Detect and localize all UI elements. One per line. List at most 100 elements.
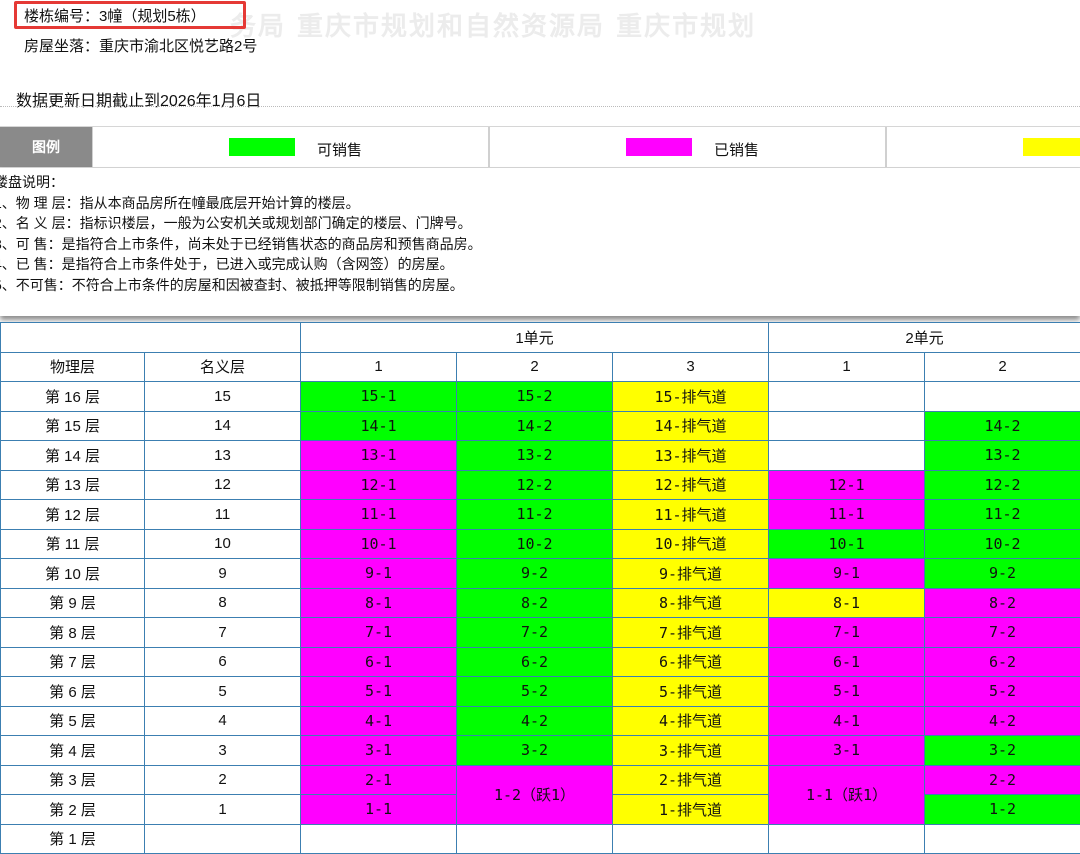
room-cell[interactable]: 2-1: [301, 765, 457, 795]
room-cell[interactable]: 13-1: [301, 441, 457, 471]
room-cell[interactable]: 9-1: [301, 559, 457, 589]
room-cell[interactable]: 10-1: [769, 529, 925, 559]
room-cell[interactable]: 8-2: [457, 588, 613, 618]
room-cell[interactable]: 11-2: [457, 500, 613, 530]
room-cell[interactable]: 14-2: [457, 411, 613, 441]
unit1-header: 1单元: [301, 323, 769, 353]
room-cell[interactable]: 11-排气道: [613, 500, 769, 530]
room-cell[interactable]: 8-1: [769, 588, 925, 618]
floor-row: 第 10 层99-19-29-排气道9-19-2: [1, 559, 1080, 589]
nominal-floor-cell: 2: [145, 765, 301, 795]
room-cell[interactable]: 10-1: [301, 529, 457, 559]
room-cell[interactable]: 10-2: [457, 529, 613, 559]
room-cell[interactable]: 14-排气道: [613, 411, 769, 441]
room-cell[interactable]: 3-排气道: [613, 736, 769, 766]
nominal-floor-cell: 12: [145, 470, 301, 500]
nominal-floor-cell: 9: [145, 559, 301, 589]
floor-row: 第 11 层1010-110-210-排气道10-110-2: [1, 529, 1080, 559]
room-cell[interactable]: 12-2: [457, 470, 613, 500]
room-cell[interactable]: 6-2: [457, 647, 613, 677]
header-blank: [1, 323, 301, 353]
room-cell[interactable]: 5-排气道: [613, 677, 769, 707]
room-cell[interactable]: 2-2: [925, 765, 1080, 795]
physical-floor-cell: 第 1 层: [1, 824, 145, 854]
room-cell[interactable]: 6-2: [925, 647, 1080, 677]
room-cell[interactable]: 6-1: [301, 647, 457, 677]
room-cell[interactable]: 11-1: [769, 500, 925, 530]
room-cell[interactable]: 1-1（跃1）: [769, 765, 925, 824]
room-cell[interactable]: 1-2（跃1）: [457, 765, 613, 824]
room-cell[interactable]: 15-排气道: [613, 382, 769, 412]
empty-room-cell: [457, 824, 613, 854]
room-cell[interactable]: 5-2: [925, 677, 1080, 707]
room-cell[interactable]: 11-2: [925, 500, 1080, 530]
room-cell[interactable]: 15-1: [301, 382, 457, 412]
room-cell[interactable]: 3-2: [457, 736, 613, 766]
room-cell[interactable]: 13-2: [925, 441, 1080, 471]
empty-room-cell: [301, 824, 457, 854]
physical-floor-cell: 第 10 层: [1, 559, 145, 589]
room-cell[interactable]: 6-排气道: [613, 647, 769, 677]
room-cell[interactable]: 2-排气道: [613, 765, 769, 795]
room-cell[interactable]: 7-2: [457, 618, 613, 648]
room-cell[interactable]: 1-2: [925, 795, 1080, 825]
room-cell[interactable]: 7-排气道: [613, 618, 769, 648]
room-cell[interactable]: 8-排气道: [613, 588, 769, 618]
room-cell[interactable]: 11-1: [301, 500, 457, 530]
nominal-floor-cell: 13: [145, 441, 301, 471]
room-cell[interactable]: 14-2: [925, 411, 1080, 441]
physical-floor-cell: 第 14 层: [1, 441, 145, 471]
floor-row: 第 6 层55-15-25-排气道5-15-2: [1, 677, 1080, 707]
room-cell[interactable]: 4-1: [301, 706, 457, 736]
room-cell[interactable]: 3-1: [769, 736, 925, 766]
room-cell[interactable]: 12-排气道: [613, 470, 769, 500]
room-cell[interactable]: 5-1: [301, 677, 457, 707]
room-cell[interactable]: 7-1: [769, 618, 925, 648]
room-cell[interactable]: 10-2: [925, 529, 1080, 559]
physical-floor-cell: 第 16 层: [1, 382, 145, 412]
empty-room-cell: [925, 382, 1080, 412]
unit1-col-header: 1: [301, 352, 457, 382]
nominal-floor-cell: 7: [145, 618, 301, 648]
room-cell[interactable]: 3-1: [301, 736, 457, 766]
nominal-floor-cell: 4: [145, 706, 301, 736]
room-cell[interactable]: 8-1: [301, 588, 457, 618]
room-cell[interactable]: 12-1: [301, 470, 457, 500]
room-cell[interactable]: 5-2: [457, 677, 613, 707]
building-address: 房屋坐落：重庆市渝北区悦艺路2号: [24, 35, 257, 56]
nominal-floor-cell: 3: [145, 736, 301, 766]
room-cell[interactable]: 12-2: [925, 470, 1080, 500]
room-cell[interactable]: 6-1: [769, 647, 925, 677]
room-cell[interactable]: 1-排气道: [613, 795, 769, 825]
room-cell[interactable]: 9-排气道: [613, 559, 769, 589]
room-cell[interactable]: 1-1: [301, 795, 457, 825]
room-cell[interactable]: 13-排气道: [613, 441, 769, 471]
room-cell[interactable]: 4-2: [925, 706, 1080, 736]
legend-bar: 图例 可销售 已销售: [0, 126, 1080, 168]
building-header: 楼栋编号：3幢（规划5栋） 房屋坐落：重庆市渝北区悦艺路2号 数据更新日期截止到…: [0, 0, 1080, 125]
floor-row: 第 9 层88-18-28-排气道8-18-2: [1, 588, 1080, 618]
room-cell[interactable]: 5-1: [769, 677, 925, 707]
physical-floor-cell: 第 9 层: [1, 588, 145, 618]
room-cell[interactable]: 4-2: [457, 706, 613, 736]
room-cell[interactable]: 9-2: [457, 559, 613, 589]
room-cell[interactable]: 13-2: [457, 441, 613, 471]
room-cell[interactable]: 7-2: [925, 618, 1080, 648]
room-cell[interactable]: 9-2: [925, 559, 1080, 589]
nominal-floor-cell: 15: [145, 382, 301, 412]
room-cell[interactable]: 7-1: [301, 618, 457, 648]
room-cell[interactable]: 14-1: [301, 411, 457, 441]
room-cell[interactable]: 4-排气道: [613, 706, 769, 736]
room-cell[interactable]: 8-2: [925, 588, 1080, 618]
nominal-floor-cell: 8: [145, 588, 301, 618]
nominal-floor-cell: 10: [145, 529, 301, 559]
room-cell[interactable]: 3-2: [925, 736, 1080, 766]
sold-swatch: [626, 138, 692, 156]
room-cell[interactable]: 4-1: [769, 706, 925, 736]
room-cell[interactable]: 15-2: [457, 382, 613, 412]
room-cell[interactable]: 12-1: [769, 470, 925, 500]
floor-row: 第 3 层22-11-2（跃1）2-排气道1-1（跃1）2-2: [1, 765, 1080, 795]
empty-room-cell: [769, 382, 925, 412]
room-cell[interactable]: 9-1: [769, 559, 925, 589]
room-cell[interactable]: 10-排气道: [613, 529, 769, 559]
